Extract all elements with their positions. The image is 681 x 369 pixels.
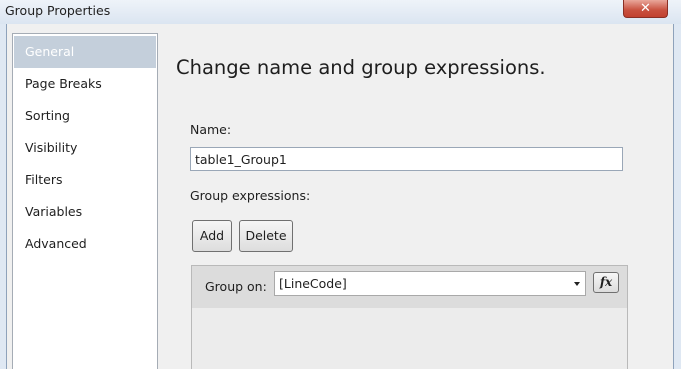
- fx-icon: fx: [599, 275, 613, 289]
- sidebar-nav: General Page Breaks Sorting Visibility F…: [12, 33, 158, 369]
- sidebar-item-general[interactable]: General: [14, 36, 156, 68]
- page-heading: Change name and group expressions.: [176, 56, 546, 79]
- chevron-down-icon[interactable]: [574, 282, 580, 286]
- group-on-value: [LineCode]: [279, 276, 347, 291]
- name-input[interactable]: [190, 147, 623, 171]
- sidebar-item-page-breaks[interactable]: Page Breaks: [14, 68, 156, 100]
- sidebar-item-advanced[interactable]: Advanced: [14, 228, 156, 260]
- add-button[interactable]: Add: [192, 220, 232, 252]
- group-expressions-label: Group expressions:: [190, 188, 311, 203]
- window-title: Group Properties: [5, 3, 111, 18]
- sidebar-item-variables[interactable]: Variables: [14, 196, 156, 228]
- close-icon: ✕: [640, 1, 651, 16]
- sidebar-item-visibility[interactable]: Visibility: [14, 132, 156, 164]
- name-label: Name:: [190, 122, 232, 137]
- title-bar: Group Properties ✕: [0, 0, 681, 24]
- sidebar-item-sorting[interactable]: Sorting: [14, 100, 156, 132]
- expression-button[interactable]: fx: [593, 272, 619, 293]
- group-on-label: Group on:: [205, 279, 267, 294]
- close-button[interactable]: ✕: [623, 0, 668, 18]
- group-on-select[interactable]: [LineCode]: [274, 271, 586, 296]
- sidebar-item-filters[interactable]: Filters: [14, 164, 156, 196]
- delete-button[interactable]: Delete: [239, 220, 293, 252]
